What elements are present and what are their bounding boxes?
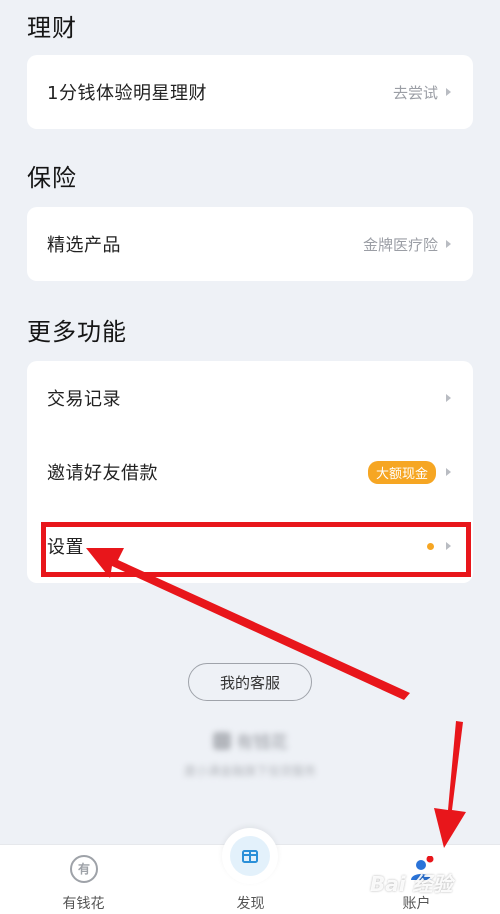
brand-name: 有钱花	[212, 728, 288, 753]
gift-icon	[242, 850, 258, 863]
row-label: 邀请好友借款	[47, 463, 158, 484]
wealth-card: 1分钱体验明星理财 去尝试	[27, 55, 473, 129]
chevron-right-icon	[446, 88, 451, 96]
chevron-right-icon	[446, 542, 451, 550]
section-title-insurance: 保险	[27, 164, 77, 192]
more-features-card: 交易记录 邀请好友借款 大额现金 设置	[27, 361, 473, 583]
tab-label: 发现	[236, 896, 265, 912]
row-label: 设置	[47, 537, 84, 558]
customer-service-button[interactable]: 我的客服	[188, 663, 312, 701]
transaction-records-row[interactable]: 交易记录	[27, 361, 473, 435]
discover-tab-bubble[interactable]	[222, 828, 278, 884]
promo-badge: 大额现金	[367, 460, 436, 484]
brand-logo-icon	[212, 731, 231, 750]
tab-youqianhua[interactable]: 有 有钱花	[0, 845, 167, 914]
brand-footer: 有钱花 度小满金融旗下信贷服务	[150, 728, 350, 779]
chevron-right-icon	[446, 468, 451, 476]
insurance-card: 精选产品 金牌医疗险	[27, 207, 473, 281]
insurance-products-row[interactable]: 精选产品 金牌医疗险	[27, 207, 473, 281]
row-label: 交易记录	[47, 389, 121, 410]
chevron-right-icon	[446, 394, 451, 402]
row-hint: 金牌医疗险	[362, 235, 438, 254]
invite-friends-row[interactable]: 邀请好友借款 大额现金	[27, 435, 473, 509]
settings-row[interactable]: 设置	[27, 509, 473, 583]
notification-dot	[427, 542, 434, 550]
section-title-wealth: 理财	[27, 14, 77, 42]
row-label: 1分钱体验明星理财	[47, 83, 207, 104]
brand-tagline: 度小满金融旗下信贷服务	[183, 763, 316, 778]
watermark: Bai 经验	[370, 872, 453, 896]
chevron-right-icon	[446, 240, 451, 248]
tab-label: 有钱花	[62, 896, 105, 912]
arrow-to-account-tab	[434, 721, 466, 848]
row-label: 精选产品	[47, 235, 121, 256]
wealth-trial-row[interactable]: 1分钱体验明星理财 去尝试	[27, 55, 473, 129]
section-title-more: 更多功能	[27, 318, 127, 346]
row-hint: 去尝试	[392, 83, 438, 102]
youqianhua-icon: 有	[70, 855, 98, 883]
